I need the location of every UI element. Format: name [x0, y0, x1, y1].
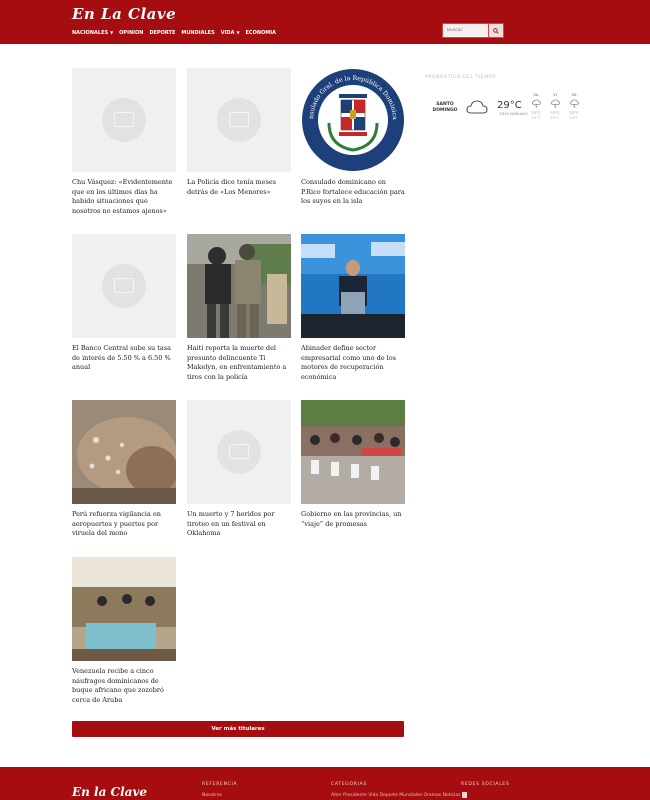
search-icon [493, 27, 499, 34]
thunder-icon [550, 99, 560, 108]
thunder-icon [569, 99, 579, 108]
cloud-icon [466, 100, 488, 114]
image-placeholder [187, 400, 291, 504]
nav-item-economia[interactable]: ECONOMIA [246, 30, 276, 36]
article-card[interactable]: El Banco Central sube su tasa de interés… [72, 234, 176, 373]
article-card[interactable]: Consulado Gral. de la República Dominica… [301, 68, 405, 207]
more-headlines-button[interactable]: Ver más titulares [72, 721, 404, 737]
image-icon [229, 444, 249, 459]
article-title[interactable]: Haití reporta la muerte del presunto del… [187, 344, 291, 382]
forecast-day: SÁ 32°C 25°C [569, 92, 579, 120]
footer-heading-categorias: CATEGORIAS [331, 782, 367, 787]
weather-city: SANTO DOMINGO [432, 102, 458, 113]
article-card[interactable]: Chu Vásquez: «Evidentemente que en los ú… [72, 68, 176, 216]
weather-temp: 29°C [497, 100, 522, 111]
image-placeholder [187, 68, 291, 172]
article-card[interactable]: Venezuela recibe a cinco náufragos domin… [72, 557, 176, 705]
article-title[interactable]: El Banco Central sube su tasa de interés… [72, 344, 176, 373]
image-icon [229, 112, 249, 127]
image-placeholder [72, 68, 176, 172]
site-header: En La Clave NACIONALES ▼ OPINION DEPORTE … [0, 0, 650, 44]
weather-title: PRONÓSTICO DEL TIEMPO [425, 75, 497, 80]
footer-logo[interactable]: En la Clave [72, 785, 147, 799]
article-card[interactable]: Haití reporta la muerte del presunto del… [187, 234, 291, 382]
nav-item-mundiales[interactable]: MUNDIALES [181, 30, 214, 36]
article-card[interactable]: Perú refuerza vigilancia en aeropuertos … [72, 400, 176, 539]
facebook-icon[interactable] [462, 792, 467, 798]
skin-photo [72, 400, 176, 504]
footer-categories-links[interactable]: Alter Presidente Vida Deporte Mundiales … [331, 793, 461, 798]
article-title[interactable]: Consulado dominicano en P.Rico fortalece… [301, 178, 405, 207]
police-photo [187, 234, 291, 338]
article-title[interactable]: La Policía dice tenía meses detrás de «L… [187, 178, 291, 197]
footer-heading-redes: REDES SOCIALES [461, 782, 510, 787]
article-card[interactable]: Abinader define sector empresarial como … [301, 234, 405, 382]
nav-item-nacionales[interactable]: NACIONALES ▼ [72, 30, 113, 36]
footer-link-nosotros[interactable]: Nosotros [202, 793, 222, 798]
forecast-day: VI 33°C 25°C [550, 92, 560, 120]
image-icon [114, 112, 134, 127]
speaker-photo [301, 234, 405, 338]
room-photo [72, 557, 176, 661]
site-logo[interactable]: En La Clave [72, 5, 176, 23]
article-card[interactable]: La Policía dice tenía meses detrás de «L… [187, 68, 291, 197]
search-button[interactable] [488, 24, 503, 37]
thunder-icon [531, 99, 541, 108]
site-footer: En la Clave REFERENCIA Nosotros CATEGORI… [0, 767, 650, 800]
meeting-photo [301, 400, 405, 504]
article-title[interactable]: Abinader define sector empresarial como … [301, 344, 405, 382]
search-input[interactable] [443, 24, 488, 37]
image-icon [114, 278, 134, 293]
nav-item-vida[interactable]: VIDA ▼ [221, 30, 240, 36]
article-card[interactable]: Un muerto y 7 heridos por tiroteo en un … [187, 400, 291, 539]
forecast-day: SA 33°C 25°C [531, 92, 541, 120]
article-title[interactable]: Chu Vásquez: «Evidentemente que en los ú… [72, 178, 176, 216]
article-title[interactable]: Gobierno en las provincias, un “viaje” d… [301, 510, 405, 529]
article-card[interactable]: Gobierno en las provincias, un “viaje” d… [301, 400, 405, 529]
consulado-seal-image: Consulado Gral. de la República Dominica… [301, 68, 405, 172]
nav-item-deporte[interactable]: DEPORTE [149, 30, 175, 36]
article-title[interactable]: Venezuela recibe a cinco náufragos domin… [72, 667, 176, 705]
nav-item-opinion[interactable]: OPINION [119, 30, 143, 36]
weather-desc: CIELO NUBLADO [499, 112, 528, 116]
search-box [442, 23, 504, 38]
main-nav: NACIONALES ▼ OPINION DEPORTE MUNDIALES VI… [72, 30, 276, 36]
footer-heading-referencia: REFERENCIA [202, 782, 238, 787]
article-title[interactable]: Un muerto y 7 heridos por tiroteo en un … [187, 510, 291, 539]
article-title[interactable]: Perú refuerza vigilancia en aeropuertos … [72, 510, 176, 539]
image-placeholder [72, 234, 176, 338]
